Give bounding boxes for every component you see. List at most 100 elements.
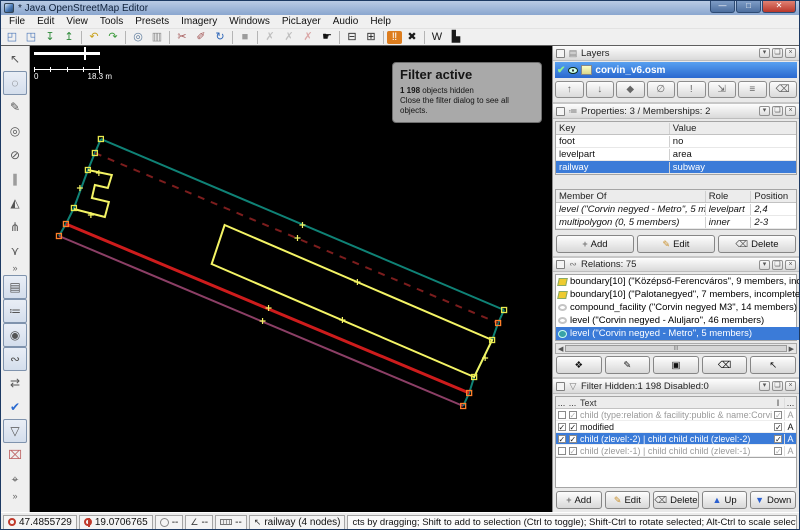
left-toolbar-more-icon[interactable]: » bbox=[12, 491, 17, 503]
delete-mode-icon[interactable]: ⊘ bbox=[3, 143, 27, 167]
layer-move-down-button[interactable]: ↓ bbox=[586, 81, 615, 98]
scroll-right-icon[interactable]: ▶ bbox=[789, 345, 794, 353]
properties-close-panel-button[interactable]: × bbox=[785, 106, 796, 116]
scroll-thumb[interactable]: III bbox=[565, 345, 786, 352]
relations-dialog-toggle-icon[interactable]: ∾ bbox=[3, 347, 27, 371]
zoom-mode-icon[interactable]: ◎ bbox=[3, 119, 27, 143]
relations-sticky-button[interactable]: ▾ bbox=[759, 260, 770, 270]
menu-item-presets[interactable]: Presets bbox=[129, 16, 175, 27]
menu-item-help[interactable]: Help bbox=[364, 16, 397, 27]
filter-close-panel-button[interactable]: × bbox=[785, 381, 796, 391]
title-bar[interactable]: * Java OpenStreetMap Editor — □ ✕ bbox=[1, 1, 799, 15]
improve-accuracy-mode-icon[interactable]: ⋔ bbox=[3, 215, 27, 239]
relation-row-0[interactable]: boundary[10] ("Középső-Ferencváros", 9 m… bbox=[556, 275, 800, 288]
maximize-button[interactable]: □ bbox=[736, 1, 761, 13]
filter-inverted-checkbox[interactable]: ✓ bbox=[772, 446, 784, 456]
selection-dialog-toggle-icon[interactable]: ◉ bbox=[3, 323, 27, 347]
relation-select-button[interactable]: ↖ bbox=[750, 356, 796, 374]
filter-collapse-button[interactable] bbox=[556, 382, 565, 391]
layer-merge-button[interactable]: ⇲ bbox=[708, 81, 737, 98]
tag-row-foot[interactable]: footno bbox=[556, 135, 796, 148]
filter-inverted-checkbox[interactable]: ✓ bbox=[772, 434, 784, 444]
filter-enabled-checkbox[interactable]: ✓ bbox=[556, 446, 567, 456]
open-file-icon[interactable]: ◰ bbox=[3, 30, 21, 45]
split-way-icon[interactable]: ✂ bbox=[173, 30, 191, 45]
tunnel-bottom-connector[interactable] bbox=[59, 224, 66, 236]
car-routing-icon[interactable]: ⊟ bbox=[343, 30, 361, 45]
transit-icon[interactable]: ⊞ bbox=[362, 30, 380, 45]
tags-dialog-toggle-icon[interactable]: ⌖ bbox=[3, 467, 27, 491]
validator-dialog-toggle-icon[interactable]: ✔ bbox=[3, 395, 27, 419]
filter-dialog-toggle-icon[interactable]: ▽ bbox=[3, 419, 27, 443]
download-icon[interactable]: ↧ bbox=[41, 30, 59, 45]
menu-item-windows[interactable]: Windows bbox=[223, 16, 276, 27]
extrude-mode-icon[interactable]: ◭ bbox=[3, 191, 27, 215]
properties-edit-button[interactable]: ✎Edit bbox=[637, 235, 715, 253]
tag-row-levelpart[interactable]: levelpartarea bbox=[556, 148, 796, 161]
minimize-button[interactable]: — bbox=[710, 1, 735, 13]
tag-row-railway[interactable]: railwaysubway bbox=[556, 161, 796, 174]
menu-item-piclayer[interactable]: PicLayer bbox=[276, 16, 327, 27]
layer-visibility-button[interactable]: ∅ bbox=[647, 81, 676, 98]
relations-horizontal-scrollbar[interactable]: ◀ III ▶ bbox=[555, 343, 797, 354]
relations-close-panel-button[interactable]: × bbox=[785, 260, 796, 270]
layer-delete-button[interactable]: ⌫ bbox=[769, 81, 798, 98]
properties-dock-button[interactable]: ❏ bbox=[772, 106, 783, 116]
menu-item-tools[interactable]: Tools bbox=[94, 16, 129, 27]
redo-icon[interactable]: ↷ bbox=[104, 30, 122, 45]
relation-row-3[interactable]: level ("Corvin negyed - Aluljaro", 46 me… bbox=[556, 314, 800, 327]
placeholder-icon[interactable]: ■ bbox=[236, 30, 254, 45]
filter-dock-button[interactable]: ❏ bbox=[772, 381, 783, 391]
properties-delete-button[interactable]: ⌫Delete bbox=[718, 235, 796, 253]
filter-row-1[interactable]: ✓✓modified✓A bbox=[556, 421, 796, 433]
combine-way-icon[interactable]: ✐ bbox=[192, 30, 210, 45]
parallel-way-mode-icon[interactable]: ∥ bbox=[3, 167, 27, 191]
select-move-mode-icon[interactable]: ↖ bbox=[3, 47, 27, 71]
filter-up-button[interactable]: ▲Up bbox=[702, 491, 748, 509]
update-data-icon[interactable]: ↻ bbox=[211, 30, 229, 45]
filter-inverted-checkbox[interactable]: ✓ bbox=[772, 422, 784, 432]
layer-duplicate-button[interactable]: ≡ bbox=[738, 81, 767, 98]
menu-item-file[interactable]: File bbox=[3, 16, 31, 27]
draw-way-mode-icon[interactable]: ✎ bbox=[3, 95, 27, 119]
membership-row[interactable]: level ("Corvin negyed - Metro", 5 member… bbox=[556, 203, 796, 216]
zoom-selection-icon[interactable]: ◎ bbox=[129, 30, 147, 45]
filter-hiding-checkbox[interactable]: ✓ bbox=[567, 446, 578, 456]
relation-delete-button[interactable]: ⌫ bbox=[702, 356, 748, 374]
layer-move-up-button[interactable]: ↑ bbox=[555, 81, 584, 98]
wiki-icon[interactable]: W bbox=[428, 30, 446, 45]
layer-visible-eye-icon[interactable] bbox=[568, 67, 578, 74]
layers-sticky-button[interactable]: ▾ bbox=[759, 48, 770, 58]
relation-edit-button[interactable]: ✎ bbox=[605, 356, 651, 374]
filter-row-3[interactable]: ✓✓child (zlevel:-1) | child child child … bbox=[556, 445, 796, 457]
membership-row[interactable]: multipolygon (0, 5 members)inner2-3 bbox=[556, 216, 796, 229]
lasso-select-mode-icon[interactable]: ◌ bbox=[3, 71, 27, 95]
preferences-icon[interactable]: ▥ bbox=[148, 30, 166, 45]
warning-icon[interactable]: ‼ bbox=[387, 31, 402, 44]
layer-opacity-button[interactable]: ! bbox=[677, 81, 706, 98]
axe-tool-icon[interactable]: ✗ bbox=[299, 30, 317, 45]
left-toolbar-more-icon[interactable]: » bbox=[12, 263, 17, 275]
delete-tool-icon[interactable]: ✖ bbox=[403, 30, 421, 45]
menu-item-view[interactable]: View bbox=[60, 16, 94, 27]
layer-activate-button[interactable]: ◆ bbox=[616, 81, 645, 98]
layers-dialog-toggle-icon[interactable]: ▤ bbox=[3, 275, 27, 299]
map-canvas[interactable]: 0 18.3 m Filter active 1 198 objects hid… bbox=[30, 46, 552, 512]
commands-dialog-toggle-icon[interactable]: ⇄ bbox=[3, 371, 27, 395]
undo-icon[interactable]: ↶ bbox=[85, 30, 103, 45]
way-node-plus-marker[interactable] bbox=[294, 235, 300, 241]
relations-collapse-button[interactable] bbox=[556, 260, 565, 269]
upload-icon[interactable]: ↥ bbox=[60, 30, 78, 45]
filter-enabled-checkbox[interactable]: ✓ bbox=[556, 434, 567, 444]
filter-row-0[interactable]: ✓✓child (type:relation & facility:public… bbox=[556, 409, 796, 421]
properties-dialog-toggle-icon[interactable]: ≔ bbox=[3, 299, 27, 323]
changeset-dialog-toggle-icon[interactable]: ⌧ bbox=[3, 443, 27, 467]
filter-edit-button[interactable]: ✎Edit bbox=[605, 491, 651, 509]
layers-close-panel-button[interactable]: × bbox=[785, 48, 796, 58]
filter-down-button[interactable]: ▼Down bbox=[750, 491, 796, 509]
relation-new-button[interactable]: ❖ bbox=[556, 356, 602, 374]
relation-row-1[interactable]: boundary[10] ("Palotanegyed", 7 members,… bbox=[556, 288, 800, 301]
layer-active-check-icon[interactable]: ✔ bbox=[557, 65, 565, 76]
menu-item-edit[interactable]: Edit bbox=[31, 16, 60, 27]
filter-hiding-checkbox[interactable]: ✓ bbox=[567, 410, 578, 420]
